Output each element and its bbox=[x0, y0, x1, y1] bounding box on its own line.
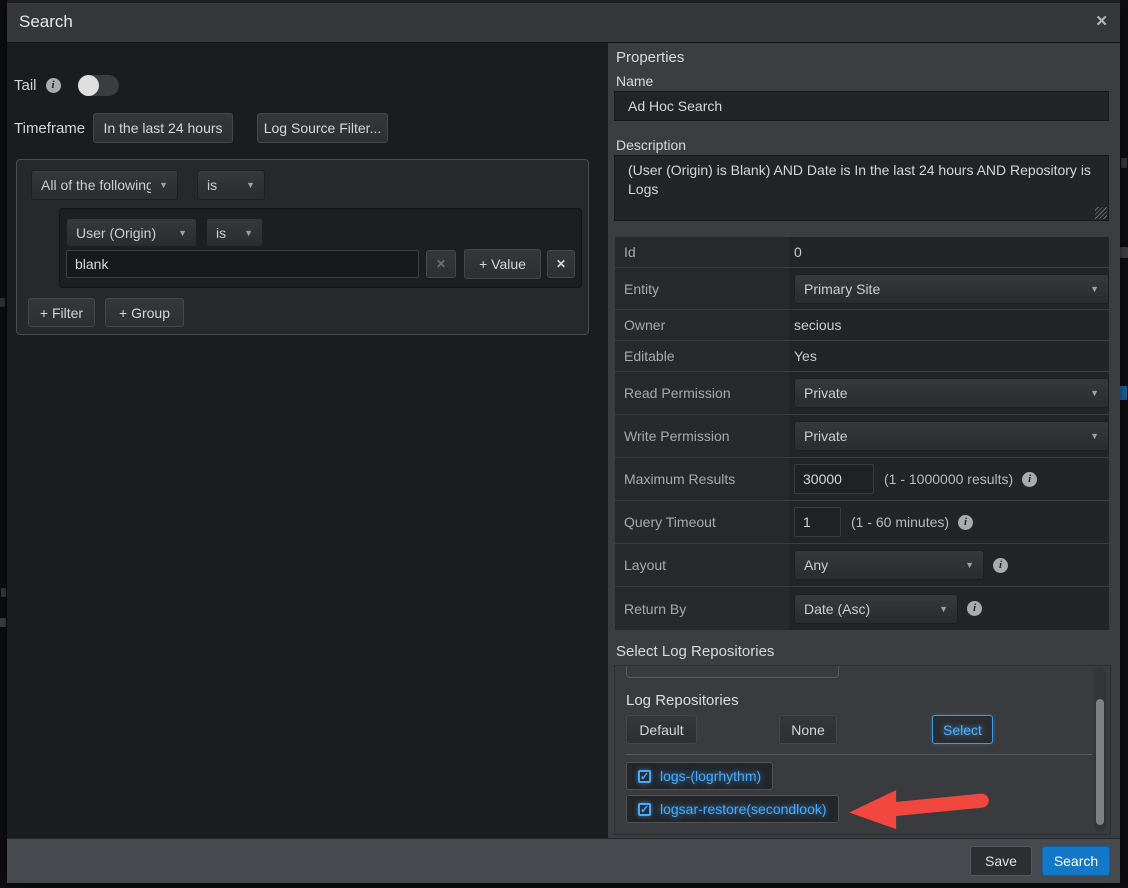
table-row-layout: Layout Any ▼ i bbox=[615, 544, 1109, 587]
remove-value-button[interactable]: ✕ bbox=[426, 250, 456, 278]
save-button[interactable]: Save bbox=[970, 846, 1032, 876]
add-value-button[interactable]: + Value bbox=[464, 249, 541, 279]
chevron-down-icon: ▼ bbox=[178, 228, 187, 238]
query-timeout-input[interactable] bbox=[794, 507, 841, 537]
underlying-page-fragment bbox=[1121, 158, 1127, 168]
chevron-down-icon: ▼ bbox=[965, 560, 974, 570]
table-row-return-by: Return By Date (Asc) ▼ i bbox=[615, 587, 1109, 630]
description-textarea[interactable]: (User (Origin) is Blank) AND Date is In … bbox=[614, 155, 1109, 221]
query-builder-pane: Tail i Timeframe In the last 24 hours Lo… bbox=[7, 43, 608, 838]
underlying-page-fragment bbox=[1, 588, 6, 597]
repository-label: logs-(logrhythm) bbox=[660, 768, 761, 784]
info-icon: i bbox=[967, 601, 982, 616]
scrolled-off-field bbox=[626, 665, 839, 678]
info-icon: i bbox=[958, 515, 973, 530]
name-label: Name bbox=[616, 73, 653, 89]
query-timeout-hint: (1 - 60 minutes) bbox=[851, 514, 949, 530]
chevron-down-icon: ▼ bbox=[1090, 388, 1099, 398]
close-icon[interactable]: ✕ bbox=[1095, 12, 1108, 30]
log-repositories-panel: Log Repositories Default None Select ✓ l… bbox=[614, 665, 1111, 835]
id-value: 0 bbox=[794, 244, 802, 260]
info-icon: i bbox=[993, 558, 1008, 573]
editable-value: Yes bbox=[794, 348, 817, 364]
tail-toggle[interactable] bbox=[78, 75, 119, 96]
add-group-button[interactable]: + Group bbox=[105, 298, 184, 327]
layout-dropdown[interactable]: Any ▼ bbox=[794, 550, 984, 580]
dialog-title: Search bbox=[19, 12, 73, 32]
none-button[interactable]: None bbox=[779, 715, 837, 744]
chevron-down-icon: ▼ bbox=[244, 228, 253, 238]
dialog-footer: Save Search bbox=[7, 838, 1120, 883]
underlying-page-fragment bbox=[1120, 247, 1128, 258]
underlying-page-fragment bbox=[0, 298, 5, 307]
table-row-id: Id 0 bbox=[615, 237, 1109, 268]
chevron-down-icon: ▼ bbox=[159, 180, 168, 190]
checkbox-checked-icon: ✓ bbox=[638, 803, 651, 816]
toggle-knob bbox=[78, 75, 99, 96]
properties-pane: Properties Name Description (User (Origi… bbox=[608, 43, 1120, 838]
group-operator-dropdown[interactable]: All of the following ▼ bbox=[31, 170, 178, 200]
checkbox-checked-icon: ✓ bbox=[638, 770, 651, 783]
timeframe-button[interactable]: In the last 24 hours bbox=[93, 113, 233, 143]
field-dropdown[interactable]: User (Origin) ▼ bbox=[66, 218, 197, 247]
description-label: Description bbox=[616, 137, 686, 153]
default-button[interactable]: Default bbox=[626, 715, 697, 744]
table-row-write-permission: Write Permission Private ▼ bbox=[615, 415, 1109, 458]
properties-table: Id 0 Entity Primary Site ▼ Owner secious bbox=[614, 236, 1110, 631]
owner-value: secious bbox=[794, 317, 841, 333]
red-arrow-annotation bbox=[841, 782, 993, 830]
log-repositories-label: Log Repositories bbox=[626, 692, 739, 709]
table-row-editable: Editable Yes bbox=[615, 341, 1109, 372]
read-permission-dropdown[interactable]: Private ▼ bbox=[794, 378, 1109, 408]
filter-group: All of the following ▼ is ▼ User (Origin… bbox=[16, 159, 589, 335]
search-dialog: Search ✕ Tail i Timeframe In the last 24… bbox=[7, 0, 1120, 883]
repository-checkbox-logs-logrhythm[interactable]: ✓ logs-(logrhythm) bbox=[626, 762, 773, 790]
write-permission-dropdown[interactable]: Private ▼ bbox=[794, 421, 1109, 451]
tail-row: Tail i bbox=[14, 75, 119, 96]
timeframe-label: Timeframe bbox=[14, 120, 85, 137]
table-row-maximum-results: Maximum Results (1 - 1000000 results) i bbox=[615, 458, 1109, 501]
select-button[interactable]: Select bbox=[932, 715, 993, 744]
table-row-owner: Owner secious bbox=[615, 310, 1109, 341]
log-source-filter-button[interactable]: Log Source Filter... bbox=[257, 113, 388, 143]
scrollbar-thumb[interactable] bbox=[1096, 699, 1104, 825]
underlying-page-fragment bbox=[0, 618, 6, 627]
divider bbox=[626, 754, 1092, 755]
repository-checkbox-logsar-restore-secondlook[interactable]: ✓ logsar-restore(secondlook) bbox=[626, 795, 839, 823]
filter-rule: User (Origin) ▼ is ▼ ✕ + Value ✕ bbox=[59, 208, 582, 288]
table-row-query-timeout: Query Timeout (1 - 60 minutes) i bbox=[615, 501, 1109, 544]
remove-filter-button[interactable]: ✕ bbox=[547, 250, 575, 278]
chevron-down-icon: ▼ bbox=[1090, 431, 1099, 441]
select-log-repositories-title: Select Log Repositories bbox=[616, 643, 774, 660]
entity-dropdown[interactable]: Primary Site ▼ bbox=[794, 274, 1109, 304]
group-condition-dropdown[interactable]: is ▼ bbox=[197, 170, 265, 200]
maximum-results-hint: (1 - 1000000 results) bbox=[884, 471, 1013, 487]
operator-dropdown[interactable]: is ▼ bbox=[206, 218, 263, 247]
chevron-down-icon: ▼ bbox=[1090, 284, 1099, 294]
properties-section-title: Properties bbox=[616, 49, 684, 66]
name-input[interactable] bbox=[614, 91, 1109, 121]
chevron-down-icon: ▼ bbox=[246, 180, 255, 190]
chevron-down-icon: ▼ bbox=[939, 604, 948, 614]
search-button[interactable]: Search bbox=[1042, 846, 1110, 876]
table-row-read-permission: Read Permission Private ▼ bbox=[615, 372, 1109, 415]
info-icon: i bbox=[46, 78, 61, 93]
scrollbar-track[interactable] bbox=[1094, 668, 1106, 832]
table-row-entity: Entity Primary Site ▼ bbox=[615, 268, 1109, 310]
dialog-titlebar: Search ✕ bbox=[7, 0, 1120, 43]
return-by-dropdown[interactable]: Date (Asc) ▼ bbox=[794, 594, 958, 624]
info-icon: i bbox=[1022, 472, 1037, 487]
repository-label: logsar-restore(secondlook) bbox=[660, 801, 827, 817]
filter-value-input[interactable] bbox=[66, 250, 419, 278]
tail-label: Tail bbox=[14, 77, 37, 94]
maximum-results-input[interactable] bbox=[794, 464, 874, 494]
add-filter-button[interactable]: + Filter bbox=[28, 298, 95, 327]
